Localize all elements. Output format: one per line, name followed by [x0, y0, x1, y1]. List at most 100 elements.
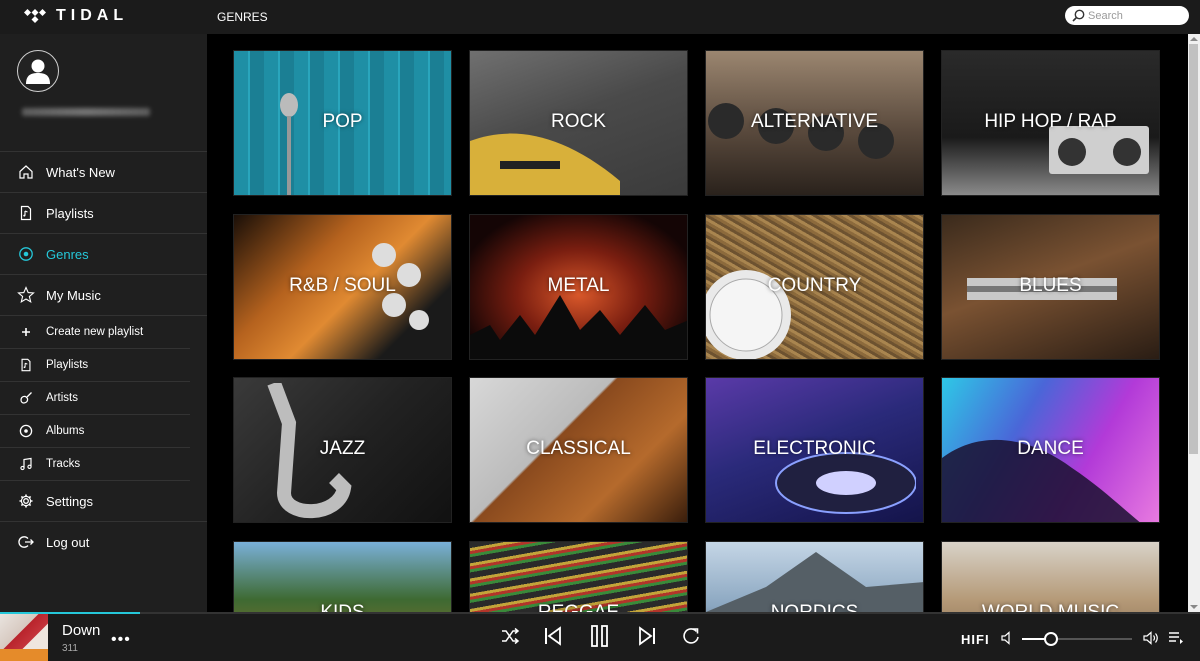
genre-label: NORDICS — [706, 602, 923, 612]
document-icon — [0, 205, 46, 221]
genre-tile-reggae[interactable]: REGGAE — [469, 541, 688, 612]
search-icon — [1072, 9, 1085, 22]
sidebar-item-artists[interactable]: Artists — [0, 382, 190, 415]
next-track-icon[interactable] — [637, 626, 657, 646]
blurred-email — [22, 108, 150, 116]
sidebar-item-albums[interactable]: Albums — [0, 415, 190, 448]
avatar[interactable] — [17, 50, 59, 92]
volume-slider[interactable] — [1022, 632, 1132, 646]
genre-tile-rock[interactable]: ROCK — [469, 50, 688, 196]
more-options-button[interactable]: ••• — [111, 631, 131, 649]
sidebar-item-label: Playlists — [46, 359, 89, 371]
genre-tile-world-music[interactable]: WORLD MUSIC — [941, 541, 1160, 612]
genre-label: COUNTRY — [767, 275, 862, 296]
genre-label: REGGAE — [470, 602, 687, 612]
track-artist[interactable]: 311 — [62, 643, 78, 654]
disc-icon — [0, 424, 46, 438]
genre-tile-pop[interactable]: POP — [233, 50, 452, 196]
sidebar: What's New Playlists Genres My Music Cre… — [0, 34, 207, 612]
sidebar-item-tracks[interactable]: Tracks — [0, 448, 190, 481]
genre-label: ROCK — [551, 111, 606, 132]
queue-list-icon[interactable] — [1168, 631, 1184, 645]
user-icon — [26, 59, 50, 84]
genre-label: DANCE — [1017, 438, 1084, 459]
sidebar-item-label: Create new playlist — [46, 326, 144, 338]
plus-icon — [0, 326, 46, 338]
microphone-icon — [280, 93, 298, 195]
playback-progress[interactable] — [0, 612, 1200, 614]
sidebar-item-label: My Music — [46, 287, 101, 303]
genre-tile-nordics[interactable]: NORDICS — [705, 541, 924, 612]
guitar-icon — [0, 391, 46, 405]
scroll-down-arrow-icon[interactable] — [1190, 605, 1198, 609]
genre-label: ALTERNATIVE — [750, 111, 879, 132]
genre-label: BLUES — [1019, 275, 1082, 296]
player-bar: Down 311 ••• HIFI — [0, 612, 1200, 661]
genre-tile-classical[interactable]: CLASSICAL — [469, 377, 688, 523]
genre-tile-metal[interactable]: METAL — [469, 214, 688, 360]
search-input[interactable] — [1085, 9, 1183, 22]
note-icon — [0, 457, 46, 471]
logout-icon — [0, 534, 46, 550]
genre-label: R&B / SOUL — [289, 275, 396, 296]
content-scrollbar[interactable] — [1188, 34, 1200, 612]
search-box[interactable] — [1065, 6, 1189, 25]
sidebar-item-playlists[interactable]: Playlists — [0, 193, 207, 234]
sidebar-item-my-music[interactable]: My Music — [0, 275, 207, 316]
tidal-logo[interactable]: TIDAL — [24, 7, 128, 25]
genre-label: POP — [322, 111, 363, 132]
genre-tile-dance[interactable]: DANCE — [941, 377, 1160, 523]
sidebar-item-log-out[interactable]: Log out — [0, 522, 207, 562]
home-icon — [0, 164, 46, 180]
genre-tile-hip-hop-rap[interactable]: HIP HOP / RAP — [941, 50, 1160, 196]
volume-slider-knob[interactable] — [1043, 632, 1058, 646]
sidebar-item-whats-new[interactable]: What's New — [0, 152, 207, 193]
sidebar-item-label: Artists — [46, 392, 78, 404]
sidebar-item-label: Genres — [46, 246, 89, 262]
genre-label: CLASSICAL — [526, 438, 631, 459]
album-art[interactable] — [0, 614, 48, 661]
genre-grid: POP ROCK ALTERNATIVE HIP HOP / RAP R&B /… — [207, 34, 1188, 612]
genre-label: ELECTRONIC — [753, 438, 876, 459]
genre-tile-alternative[interactable]: ALTERNATIVE — [705, 50, 924, 196]
genre-tile-country[interactable]: COUNTRY — [705, 214, 924, 360]
volume-high-icon[interactable] — [1143, 631, 1160, 645]
gear-icon — [0, 493, 46, 509]
genre-tile-blues[interactable]: BLUES — [941, 214, 1160, 360]
sidebar-item-genres[interactable]: Genres — [0, 234, 207, 275]
audio-quality-label[interactable]: HIFI — [961, 632, 990, 647]
genre-tile-kids[interactable]: KIDS — [233, 541, 452, 612]
scroll-up-arrow-icon[interactable] — [1190, 37, 1198, 41]
tidal-logo-text: TIDAL — [56, 7, 129, 24]
document-icon — [0, 358, 46, 372]
sidebar-item-label: Playlists — [46, 205, 94, 221]
banjo-image — [706, 270, 791, 359]
genre-label: JAZZ — [319, 438, 366, 459]
sidebar-item-label: What's New — [46, 164, 115, 180]
volume-low-icon[interactable] — [1000, 631, 1014, 645]
genre-tile-jazz[interactable]: JAZZ — [233, 377, 452, 523]
dancer-image — [942, 439, 1140, 522]
genre-label: WORLD MUSIC — [942, 602, 1159, 612]
sidebar-item-label: Log out — [46, 534, 90, 550]
track-title[interactable]: Down — [62, 622, 100, 639]
genre-tile-electronic[interactable]: ELECTRONIC — [705, 377, 924, 523]
sidebar-item-label: Settings — [46, 493, 93, 509]
target-icon — [0, 246, 46, 262]
genre-label: METAL — [547, 275, 610, 296]
pause-icon[interactable] — [590, 625, 610, 647]
profile-section — [0, 34, 207, 152]
sidebar-item-create-playlist[interactable]: Create new playlist — [0, 316, 190, 349]
star-icon — [0, 286, 46, 304]
scrollbar-thumb[interactable] — [1189, 44, 1198, 454]
page-title: GENRES — [217, 10, 268, 24]
shuffle-icon[interactable] — [500, 626, 520, 646]
genre-label: KIDS — [234, 602, 451, 612]
tidal-logo-icon — [24, 9, 46, 23]
previous-track-icon[interactable] — [543, 626, 563, 646]
sidebar-item-my-playlists[interactable]: Playlists — [0, 349, 190, 382]
sidebar-item-label: Tracks — [46, 458, 81, 470]
sidebar-item-settings[interactable]: Settings — [0, 481, 207, 522]
genre-tile-rnb-soul[interactable]: R&B / SOUL — [233, 214, 452, 360]
repeat-icon[interactable] — [681, 626, 701, 646]
